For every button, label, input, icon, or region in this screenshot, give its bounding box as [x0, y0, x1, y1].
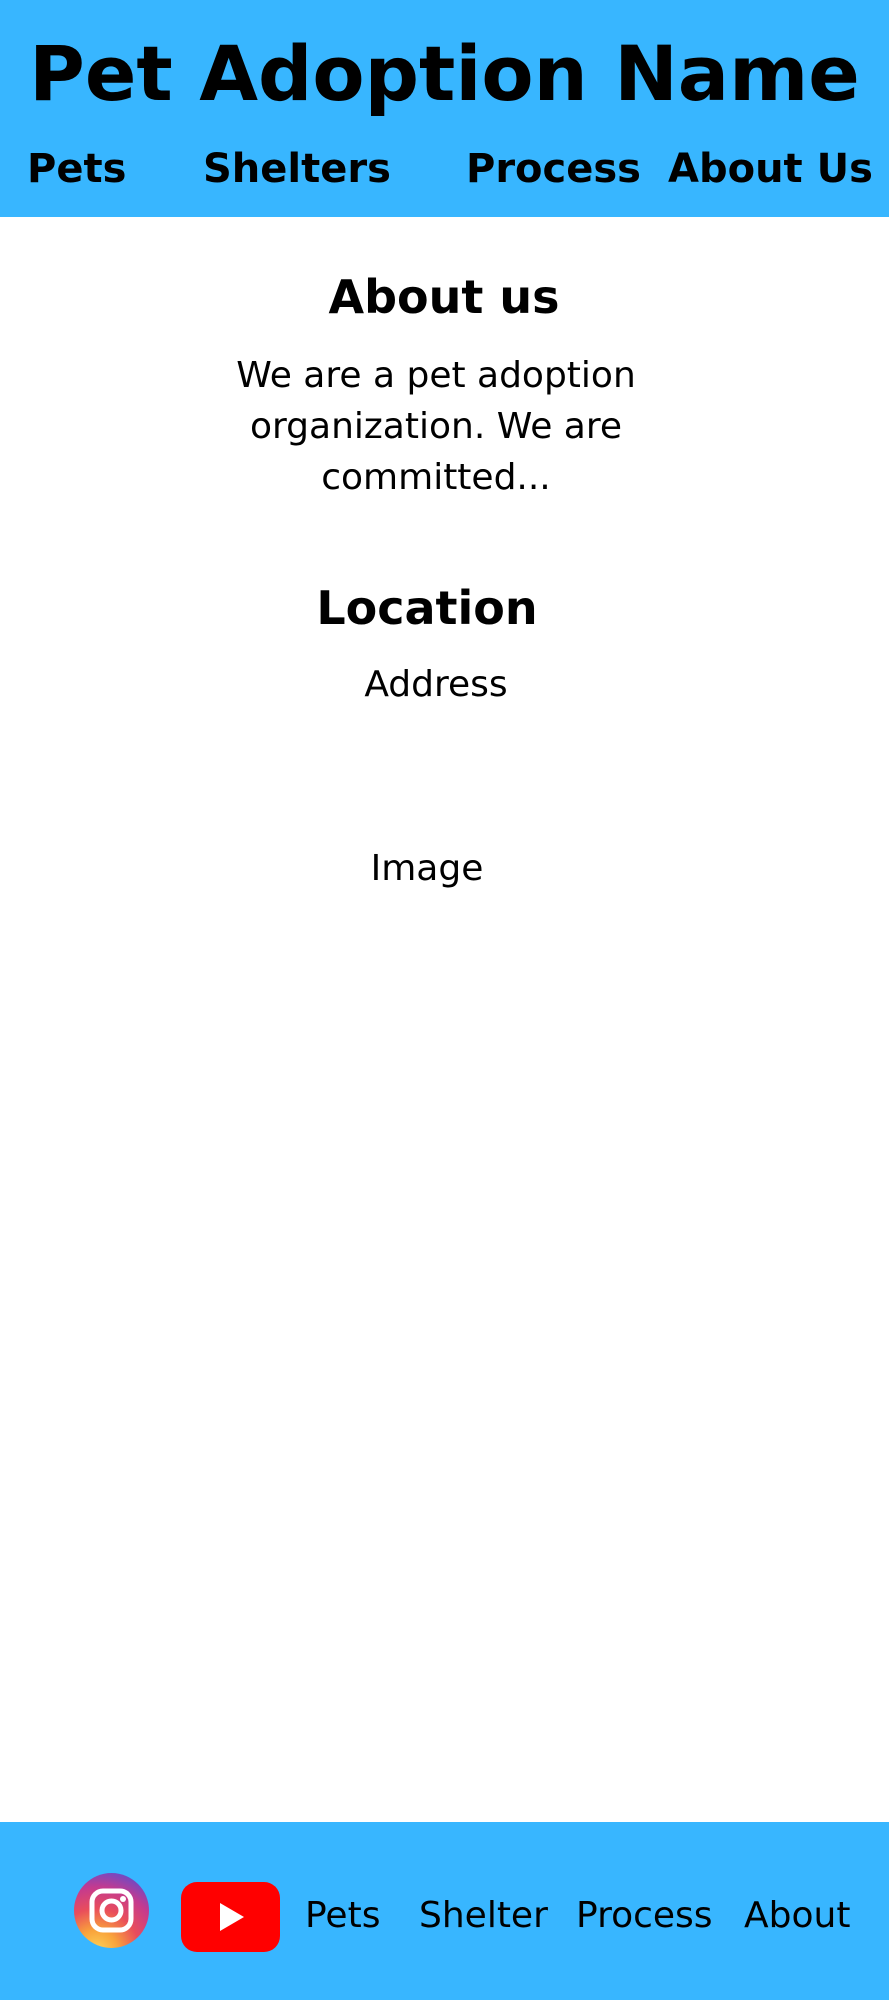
- about-heading: About us: [328, 270, 560, 324]
- nav-about-us[interactable]: About Us: [668, 144, 873, 194]
- instagram-icon-graphic: [74, 1873, 149, 1948]
- footer-link-pets[interactable]: Pets: [305, 1891, 380, 1941]
- about-description: We are a pet adoption organization. We a…: [236, 355, 636, 498]
- nav-pets[interactable]: Pets: [27, 144, 126, 194]
- footer-link-process[interactable]: Process: [576, 1891, 713, 1941]
- address-text: Address: [364, 664, 508, 705]
- site-title: Pet Adoption Name: [29, 29, 860, 118]
- footer-link-shelter[interactable]: Shelter: [419, 1891, 548, 1941]
- nav-shelters[interactable]: Shelters: [203, 144, 391, 194]
- footer-link-about[interactable]: About: [744, 1891, 850, 1941]
- youtube-icon[interactable]: [181, 1882, 280, 1952]
- location-heading: Location: [316, 581, 538, 635]
- youtube-icon-graphic: [181, 1882, 280, 1952]
- image-placeholder: Image: [370, 848, 484, 889]
- instagram-icon[interactable]: [74, 1873, 149, 1948]
- nav-process[interactable]: Process: [466, 144, 641, 194]
